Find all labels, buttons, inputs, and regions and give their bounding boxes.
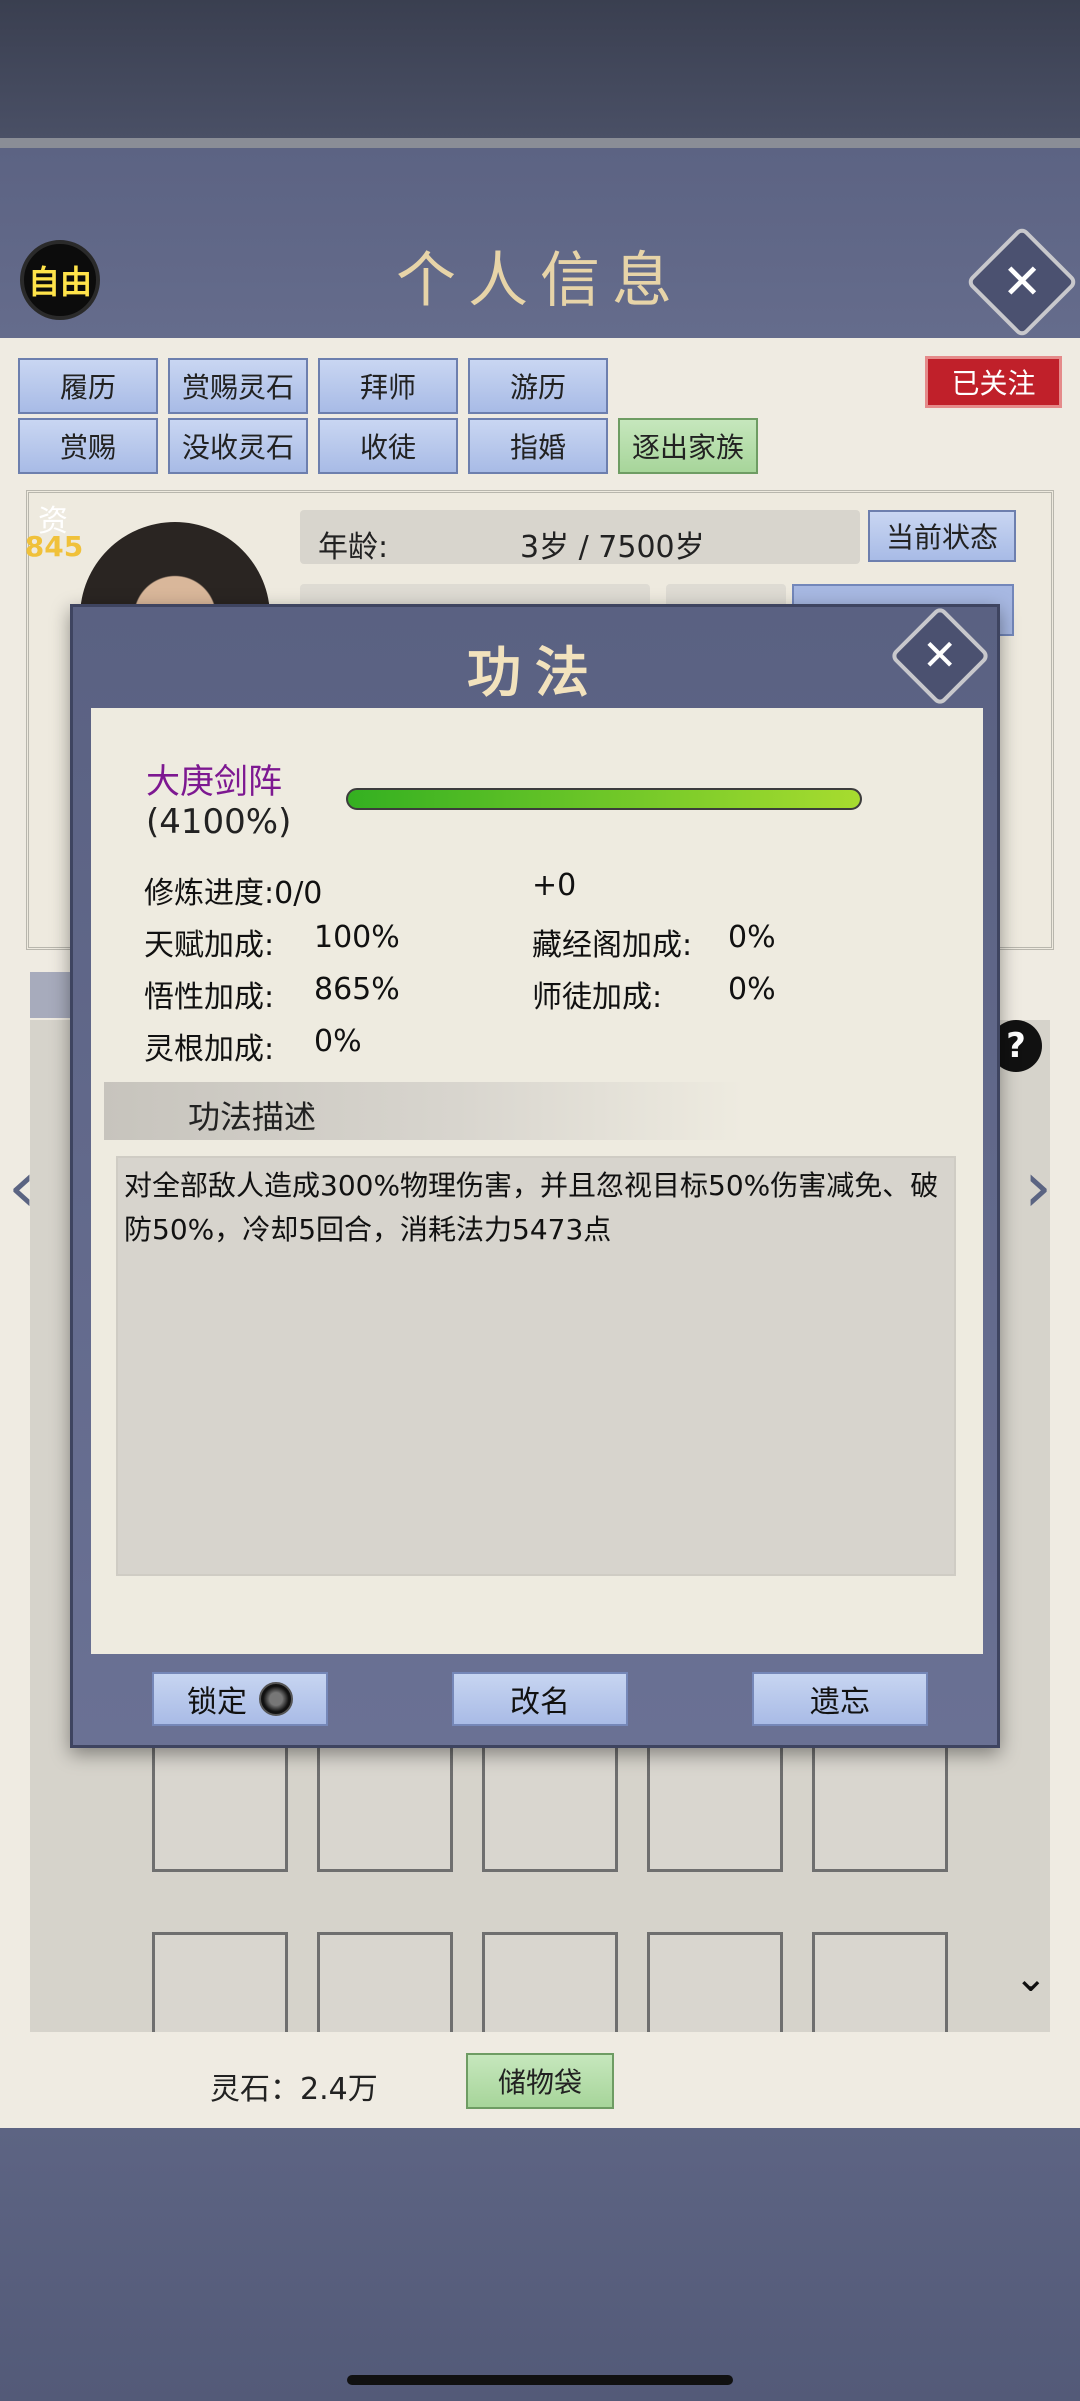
skill-percent: (4100%) [146, 802, 292, 842]
next-arrow-icon[interactable]: › [1024, 1146, 1052, 1228]
skill-slot[interactable] [482, 1932, 618, 2032]
comprehension-label: 悟性加成: [144, 980, 275, 1015]
skill-slot[interactable] [647, 1742, 783, 1872]
take-disciple-button[interactable]: 收徒 [318, 418, 458, 474]
skill-slot[interactable] [812, 1932, 948, 2032]
age-label: 年龄: [318, 530, 389, 565]
lock-button[interactable]: 锁定 [152, 1672, 328, 1726]
chevron-down-icon[interactable]: ⌄ [1014, 1955, 1048, 2001]
resume-button[interactable]: 履历 [18, 358, 158, 414]
skill-slot[interactable] [812, 1742, 948, 1872]
home-indicator[interactable] [347, 2375, 733, 2385]
bottom-frame [0, 2128, 1080, 2401]
age-value: 3岁 / 7500岁 [520, 530, 705, 565]
lock-toggle-icon [259, 1682, 293, 1716]
travel-button[interactable]: 游历 [468, 358, 608, 414]
reward-button[interactable]: 赏赐 [18, 418, 158, 474]
page-title: 个人信息 [396, 246, 684, 316]
master-label: 师徒加成: [532, 980, 663, 1015]
expel-family-button[interactable]: 逐出家族 [618, 418, 758, 474]
master-value: 0% [728, 972, 776, 1007]
previous-arrow-icon[interactable]: ‹ [8, 1146, 36, 1228]
skill-slot[interactable] [482, 1742, 618, 1872]
forget-button[interactable]: 遗忘 [752, 1672, 928, 1726]
skill-progress-bar [346, 788, 862, 810]
talent-label: 天赋加成: [144, 928, 275, 963]
library-value: 0% [728, 920, 776, 955]
close-icon: ✕ [922, 630, 958, 680]
top-frame [0, 0, 1080, 140]
skill-slot[interactable] [647, 1932, 783, 2032]
skill-slot[interactable] [152, 1932, 288, 2032]
spirit-root-label: 灵根加成: [144, 1032, 275, 1067]
skill-name: 大庚剑阵 [146, 762, 282, 802]
progress-fill [348, 790, 860, 808]
free-status-badge[interactable]: 自由 [20, 240, 100, 320]
talent-value: 100% [314, 920, 400, 955]
frame-trim [0, 138, 1080, 148]
reward-stones-button[interactable]: 赏赐灵石 [168, 358, 308, 414]
description-title: 功法描述 [188, 1098, 317, 1136]
skill-slot[interactable] [152, 1742, 288, 1872]
description-text: 对全部敌人造成300%物理伤害，并且忽视目标50%伤害减免、破防50%，冷却5回… [124, 1169, 939, 1246]
followed-badge[interactable]: 已关注 [925, 356, 1062, 408]
spirit-root-value: 0% [314, 1024, 362, 1059]
skill-slot[interactable] [317, 1742, 453, 1872]
spirit-stones-count: 灵石：2.4万 [210, 2072, 378, 2107]
apprentice-button[interactable]: 拜师 [318, 358, 458, 414]
storage-bag-button[interactable]: 储物袋 [466, 2053, 614, 2109]
library-label: 藏经阁加成: [532, 928, 693, 963]
cultivation-progress: 修炼进度:0/0 [144, 876, 323, 911]
arrange-marriage-button[interactable]: 指婚 [468, 418, 608, 474]
skill-slot[interactable] [317, 1932, 453, 2032]
rename-button[interactable]: 改名 [452, 1672, 628, 1726]
aptitude-value: 845 [24, 530, 84, 563]
current-status-button[interactable]: 当前状态 [868, 510, 1016, 562]
lock-label: 锁定 [187, 1685, 247, 1720]
comprehension-value: 865% [314, 972, 400, 1007]
cultivation-bonus: +0 [532, 868, 577, 903]
close-icon: ✕ [1001, 254, 1043, 310]
modal-title: 功法 [467, 640, 603, 704]
confiscate-stones-button[interactable]: 没收灵石 [168, 418, 308, 474]
